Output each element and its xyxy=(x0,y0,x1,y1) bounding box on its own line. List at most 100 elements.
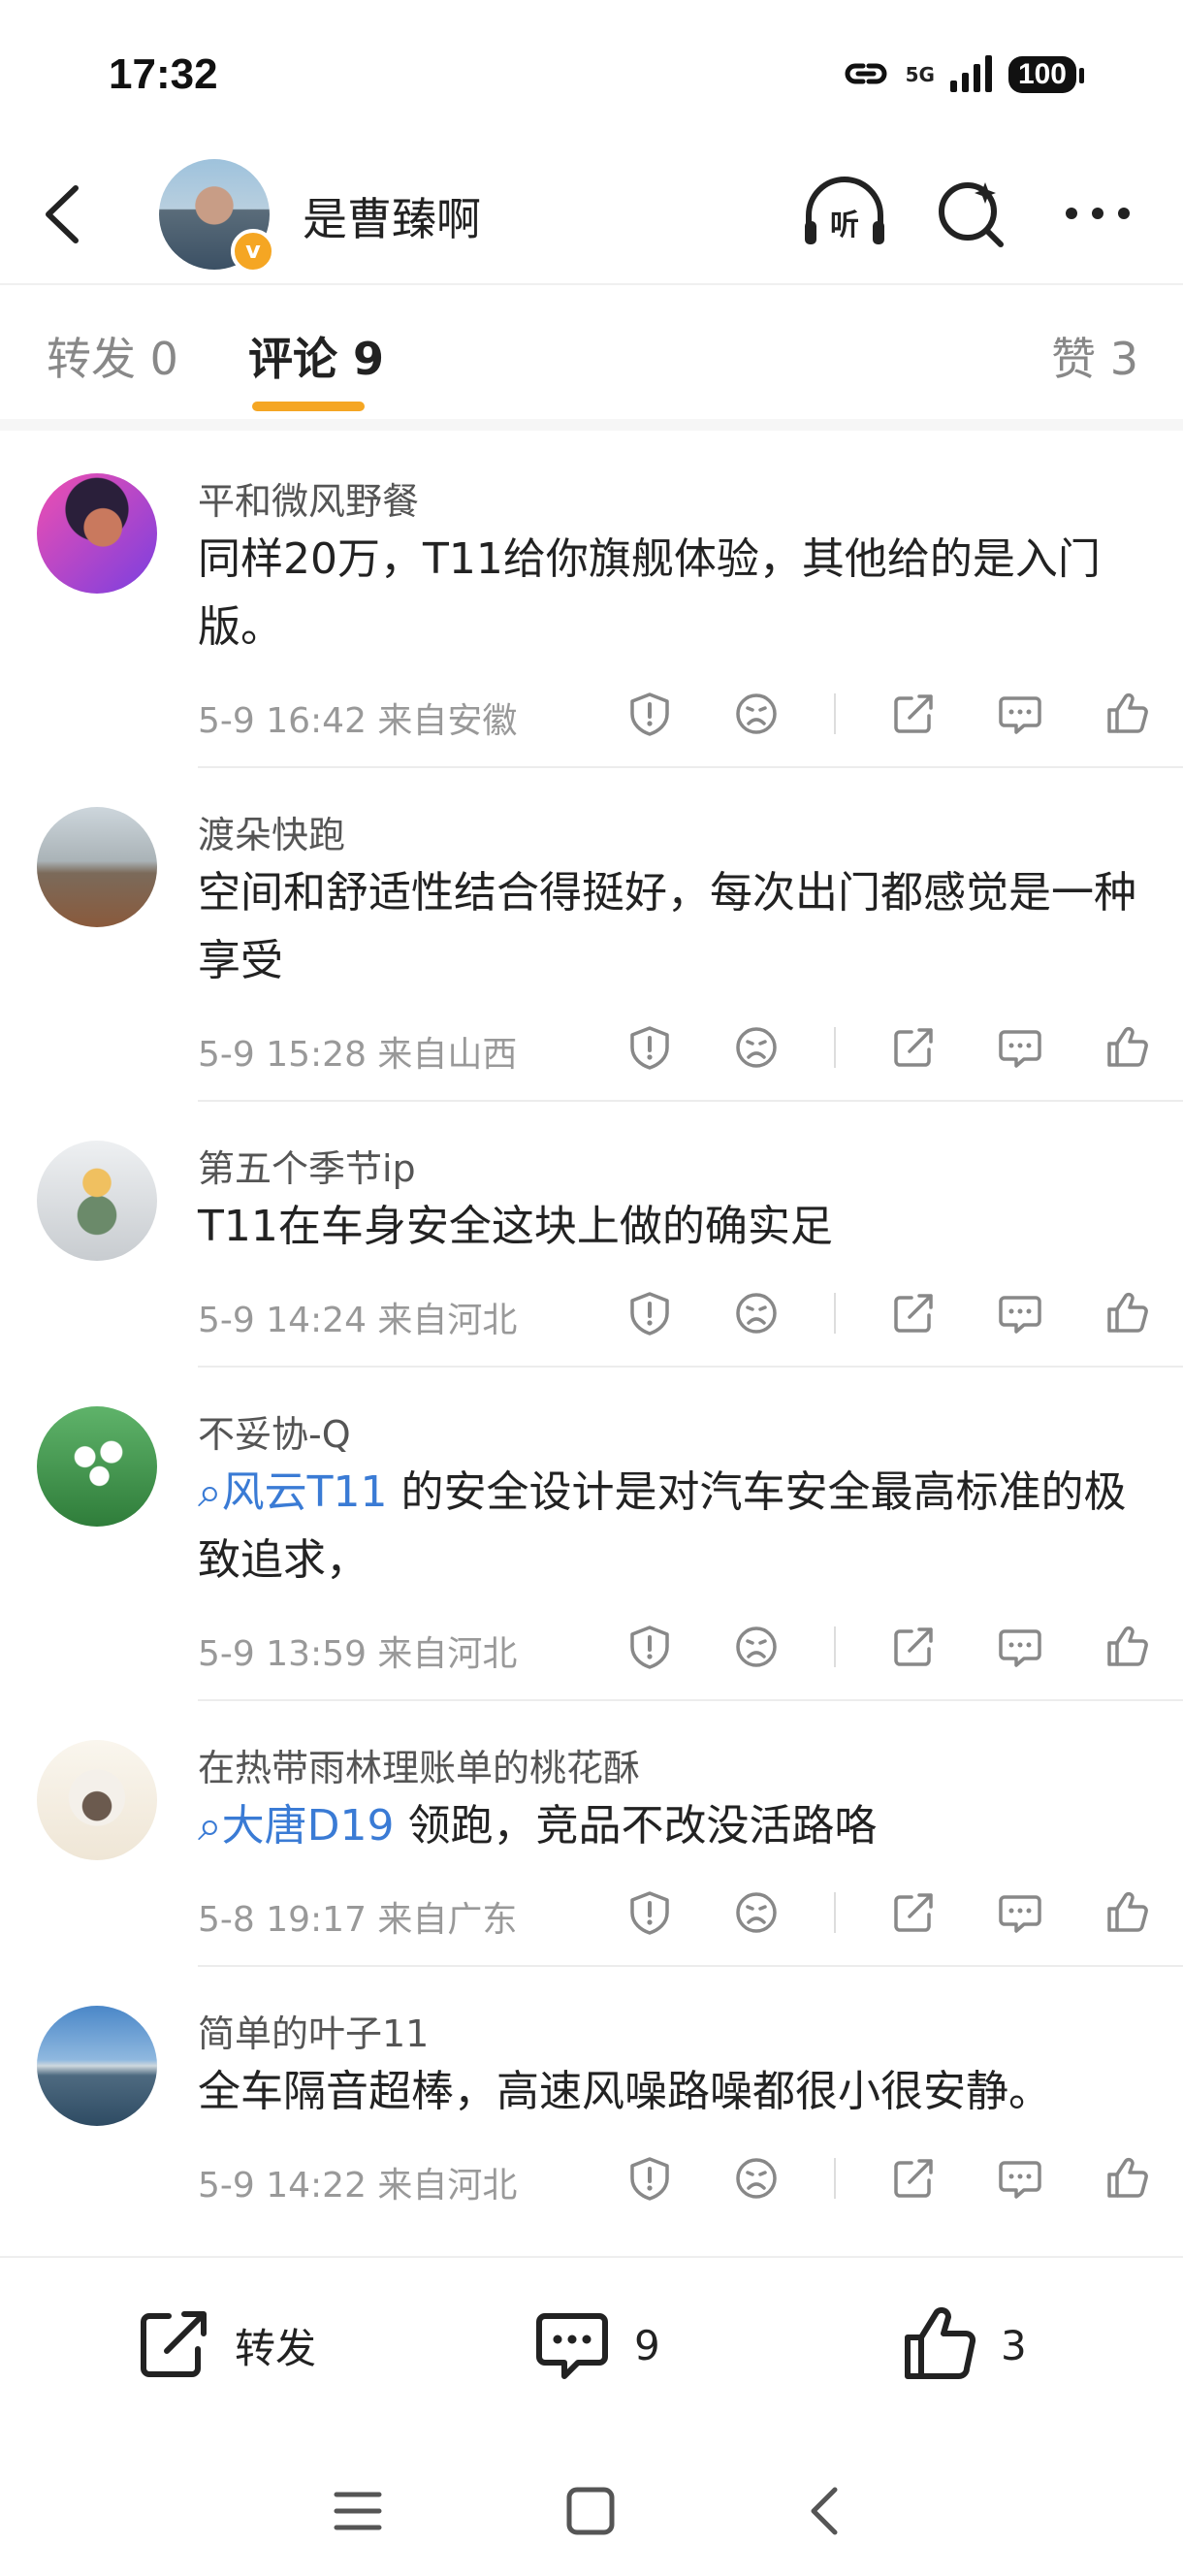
comment-meta: 5-9 16:42 来自安徽 xyxy=(198,701,518,741)
search-button[interactable] xyxy=(929,175,1016,252)
dislike-button[interactable] xyxy=(727,1884,785,1942)
signal-icon xyxy=(949,53,993,96)
comment-meta: 5-8 19:17 来自广东 xyxy=(198,1900,518,1940)
comment-button[interactable]: 9 xyxy=(531,2304,660,2386)
dislike-button[interactable] xyxy=(727,1018,785,1077)
comment-icon xyxy=(999,1895,1041,1933)
author-avatar[interactable]: v xyxy=(159,159,275,274)
report-button[interactable] xyxy=(621,1018,679,1077)
home-button[interactable] xyxy=(557,2477,624,2545)
listen-button[interactable]: 听 xyxy=(801,175,888,252)
comment-actions xyxy=(621,1018,1183,1077)
recent-apps-button[interactable] xyxy=(324,2477,392,2545)
comment-actions xyxy=(621,1884,1183,1942)
topic-link[interactable]: 大唐D19 xyxy=(222,1801,395,1851)
back-button[interactable] xyxy=(37,180,95,248)
like-button[interactable] xyxy=(1098,2149,1156,2207)
share-button[interactable] xyxy=(884,2149,943,2207)
tab-comments[interactable]: 评论 9 xyxy=(248,324,384,388)
like-button[interactable] xyxy=(1098,1018,1156,1077)
report-button[interactable] xyxy=(621,1284,679,1342)
report-button[interactable] xyxy=(621,2149,679,2207)
action-separator xyxy=(834,1027,836,1068)
comment-meta: 5-9 14:22 来自河北 xyxy=(198,2166,518,2206)
thumbs-up-icon xyxy=(1107,2157,1148,2198)
bottom-action-bar: 转发 9 3 xyxy=(0,2256,1183,2432)
tab-likes[interactable]: 赞 3 xyxy=(1051,324,1138,388)
like-button[interactable] xyxy=(1098,685,1156,743)
dislike-button[interactable] xyxy=(727,2149,785,2207)
report-button[interactable] xyxy=(621,1884,679,1942)
comment-text: ⌕风云T11 的安全设计是对汽车安全最高标准的极致追求， xyxy=(198,1459,1158,1594)
thumbs-up-icon xyxy=(1107,1626,1148,1666)
system-back-button[interactable] xyxy=(793,2477,861,2545)
action-separator xyxy=(834,1626,836,1667)
reply-button[interactable] xyxy=(991,685,1049,743)
reply-button[interactable] xyxy=(991,1618,1049,1676)
commenter-name[interactable]: 不妥协-Q xyxy=(198,1404,351,1458)
like-button[interactable] xyxy=(1098,1884,1156,1942)
comment-divider xyxy=(198,1965,1183,1967)
commenter-name[interactable]: 平和微风野餐 xyxy=(198,471,419,525)
comment-actions xyxy=(621,1284,1183,1342)
reply-button[interactable] xyxy=(991,2149,1049,2207)
sad-face-icon xyxy=(736,1892,777,1933)
comment-icon xyxy=(536,2313,608,2379)
commenter-avatar[interactable] xyxy=(37,1406,157,1527)
home-square-icon xyxy=(566,2487,615,2535)
back-arrow-icon xyxy=(811,2487,838,2535)
dislike-button[interactable] xyxy=(727,685,785,743)
reply-button[interactable] xyxy=(991,1884,1049,1942)
share-button[interactable] xyxy=(884,1018,943,1077)
repost-button[interactable]: 转发 xyxy=(132,2304,316,2386)
topic-link[interactable]: 风云T11 xyxy=(222,1467,388,1517)
comment-text: T11在车身安全这块上做的确实足 xyxy=(198,1193,1158,1261)
commenter-avatar[interactable] xyxy=(37,1141,157,1261)
author-username[interactable]: 是曹臻啊 xyxy=(303,184,481,248)
like-button[interactable] xyxy=(1098,1284,1156,1342)
comment-body: 全车隔音超棒，高速风噪路噪都很小很安静。 xyxy=(198,2067,1051,2116)
commenter-name[interactable]: 在热带雨林理账单的桃花酥 xyxy=(198,1738,640,1791)
sad-face-icon xyxy=(736,2158,777,2199)
comment-body: T11在车身安全这块上做的确实足 xyxy=(198,1202,833,1251)
svg-text:听: 听 xyxy=(830,209,859,242)
commenter-avatar[interactable] xyxy=(37,1740,157,1860)
share-button[interactable] xyxy=(884,1284,943,1342)
more-button[interactable] xyxy=(1057,175,1144,252)
commenter-name[interactable]: 简单的叶子11 xyxy=(198,2004,429,2057)
commenter-name[interactable]: 第五个季节ip xyxy=(198,1139,416,1192)
commenter-avatar[interactable] xyxy=(37,807,157,927)
dislike-button[interactable] xyxy=(727,1284,785,1342)
report-button[interactable] xyxy=(621,685,679,743)
comment-icon xyxy=(999,696,1041,734)
comment-meta: 5-9 15:28 来自山西 xyxy=(198,1035,518,1075)
sad-face-icon xyxy=(736,1626,777,1667)
comment-icon xyxy=(999,2161,1041,2199)
share-icon xyxy=(894,1028,933,1067)
shield-alert-icon xyxy=(630,1026,669,1070)
like-button[interactable]: 3 xyxy=(898,2304,1027,2386)
tab-reposts[interactable]: 转发 0 xyxy=(47,324,178,388)
action-separator xyxy=(834,1293,836,1334)
commenter-name[interactable]: 渡朵快跑 xyxy=(198,805,345,858)
menu-icon xyxy=(334,2492,382,2530)
comment-text: 同样20万，T11给你旗舰体验，其他给的是入门版。 xyxy=(198,526,1158,661)
comment-divider xyxy=(198,1366,1183,1368)
comment-icon xyxy=(999,1629,1041,1667)
thumbs-up-icon xyxy=(1107,1891,1148,1932)
reply-button[interactable] xyxy=(991,1284,1049,1342)
link-icon xyxy=(842,56,890,93)
action-separator xyxy=(834,2158,836,2199)
reply-button[interactable] xyxy=(991,1018,1049,1077)
share-button[interactable] xyxy=(884,685,943,743)
like-button[interactable] xyxy=(1098,1618,1156,1676)
comment-body: 同样20万，T11给你旗舰体验，其他给的是入门版。 xyxy=(198,534,1101,652)
commenter-avatar[interactable] xyxy=(37,473,157,594)
share-button[interactable] xyxy=(884,1618,943,1676)
commenter-avatar[interactable] xyxy=(37,2006,157,2126)
report-button[interactable] xyxy=(621,1618,679,1676)
comment-text: 全车隔音超棒，高速风噪路噪都很小很安静。 xyxy=(198,2058,1158,2126)
repost-label: 转发 xyxy=(235,2324,317,2372)
dislike-button[interactable] xyxy=(727,1618,785,1676)
share-button[interactable] xyxy=(884,1884,943,1942)
